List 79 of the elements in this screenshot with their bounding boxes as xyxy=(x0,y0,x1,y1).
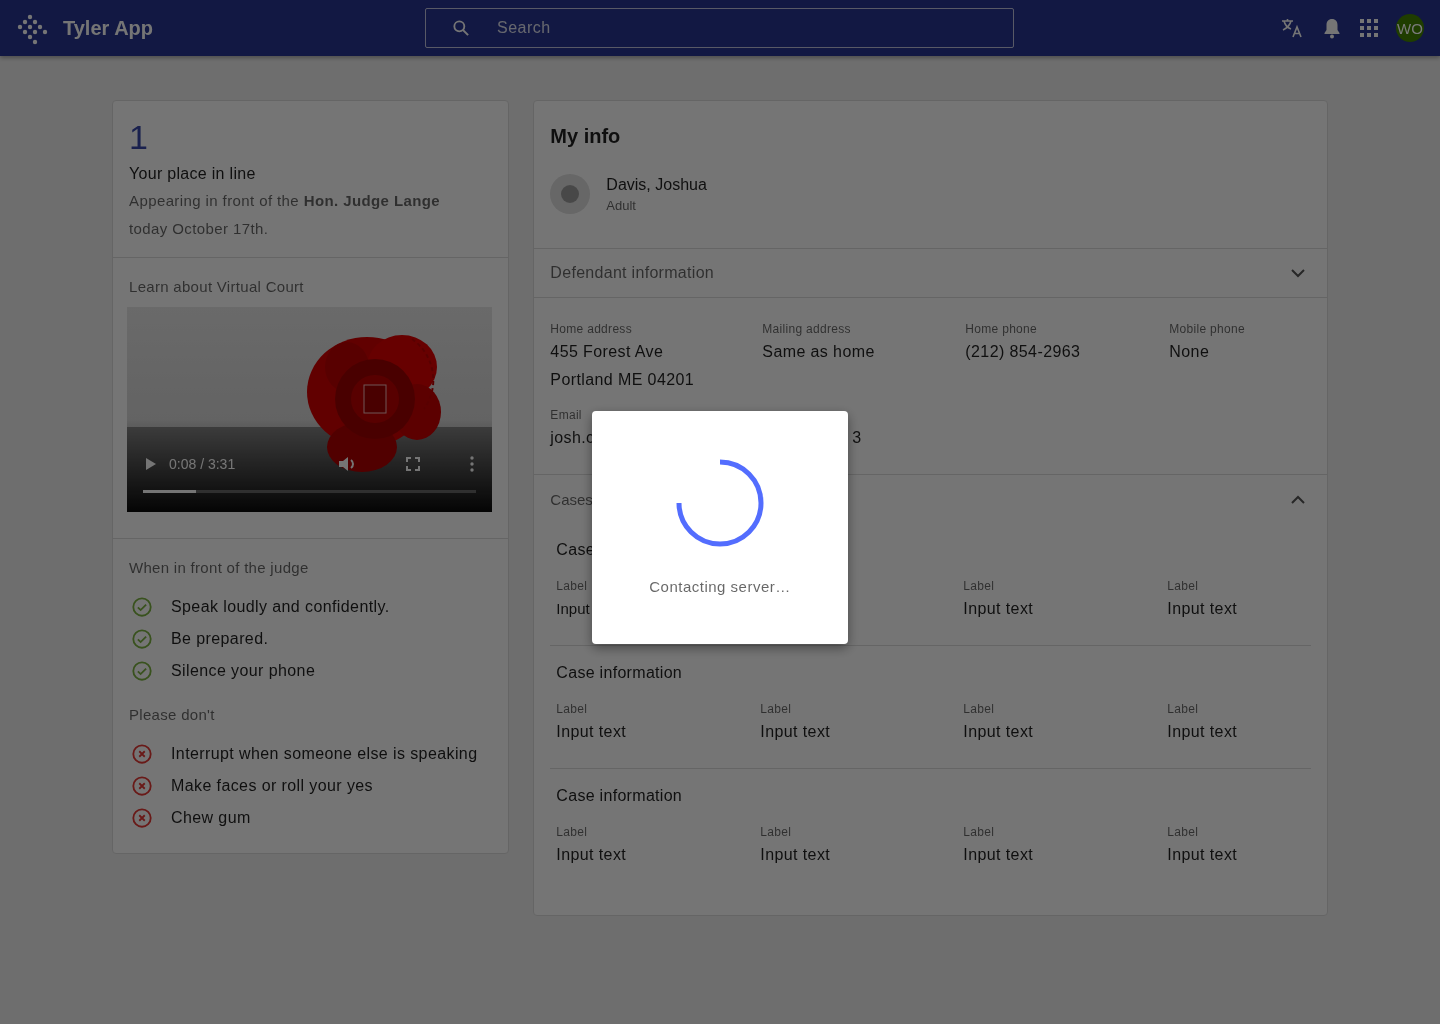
field-label: Label xyxy=(556,579,588,595)
case-title: Case information xyxy=(556,787,683,805)
section-title: Please don't xyxy=(129,706,216,723)
video-player[interactable]: 0:08 / 3:31 xyxy=(127,307,492,512)
search-icon xyxy=(451,18,471,38)
field-label: Home address xyxy=(550,322,632,338)
field-label: Label xyxy=(760,825,792,841)
field-value: Input text xyxy=(963,599,1034,619)
apps-grid-icon[interactable] xyxy=(1360,19,1378,37)
field-value: Portland ME 04201 xyxy=(550,370,695,390)
case-title: Case information xyxy=(556,664,683,682)
avatar-icon xyxy=(550,174,591,214)
field-value: 3 xyxy=(851,428,862,448)
field-value: Input text xyxy=(556,722,627,742)
queue-label: Your place in line xyxy=(129,165,257,183)
field-value: Input text xyxy=(963,845,1034,865)
field-value: Input text xyxy=(1167,722,1238,742)
field-value: josh.c xyxy=(550,428,595,448)
field-label: Label xyxy=(963,702,995,718)
field-label: Mailing address xyxy=(762,322,851,338)
bell-icon[interactable] xyxy=(1322,17,1342,39)
section-header[interactable]: Cases xyxy=(534,475,1327,523)
field-value: Input xyxy=(556,599,590,619)
x-circle-icon xyxy=(131,743,153,765)
field-label: Home phone xyxy=(965,322,1038,338)
guideline-text: Speak loudly and confidently. xyxy=(171,598,390,616)
section-title: Cases xyxy=(550,490,593,508)
user-avatar[interactable]: WO xyxy=(1396,14,1424,42)
section-title: Learn about Virtual Court xyxy=(129,278,305,295)
x-circle-icon xyxy=(131,807,153,829)
fullscreen-icon[interactable] xyxy=(406,457,420,471)
person-role: Adult xyxy=(606,197,637,213)
field-label: Mobile phone xyxy=(1169,322,1245,338)
field-value: Input text xyxy=(1167,599,1238,619)
guideline-text: Make faces or roll your yes xyxy=(171,777,373,795)
field-value: None xyxy=(1169,342,1210,362)
field-label: Email xyxy=(550,408,582,424)
field-label: Label xyxy=(556,825,588,841)
field-value: Input text xyxy=(556,845,627,865)
field-value: Input text xyxy=(1167,845,1238,865)
check-circle-icon xyxy=(131,596,153,618)
guideline-text: Be prepared. xyxy=(171,630,269,648)
field-label: Label xyxy=(760,702,792,718)
queue-position: 1 xyxy=(129,117,149,157)
check-circle-icon xyxy=(131,660,153,682)
guideline-text: Interrupt when someone else is speaking xyxy=(171,745,478,763)
more-options-icon[interactable] xyxy=(470,456,474,472)
play-icon[interactable] xyxy=(145,457,157,471)
translate-icon[interactable] xyxy=(1280,16,1304,40)
field-label: Label xyxy=(963,825,995,841)
section-title: Defendant information xyxy=(550,264,715,282)
field-label: Label xyxy=(556,702,588,718)
field-value: 455 Forest Ave xyxy=(550,342,664,362)
video-time: 0:08 / 3:31 xyxy=(169,456,236,472)
field-value: Input text xyxy=(963,722,1034,742)
field-value: Input text xyxy=(760,722,831,742)
field-label: Label xyxy=(1167,702,1199,718)
chevron-down-icon[interactable] xyxy=(1291,268,1305,278)
chevron-up-icon[interactable] xyxy=(1291,494,1305,504)
field-label: Label xyxy=(1167,579,1199,595)
field-value: Input text xyxy=(760,845,831,865)
card-title: My info xyxy=(549,124,622,148)
person-name: Davis, Joshua xyxy=(606,175,707,194)
guideline-text: Chew gum xyxy=(171,809,251,827)
field-label: Label xyxy=(1167,825,1199,841)
section-title: When in front of the judge xyxy=(129,559,310,576)
field-label: Label xyxy=(963,579,995,595)
volume-icon[interactable] xyxy=(338,456,356,472)
hearing-description: Appearing in front of the Hon. Judge Lange today October 17th. xyxy=(129,191,442,239)
search-field[interactable]: Search xyxy=(425,8,1014,48)
field-value: Same as home xyxy=(762,342,875,362)
section-header[interactable]: Defendant information xyxy=(534,249,1327,298)
loading-spinner-icon xyxy=(675,458,765,548)
x-circle-icon xyxy=(131,775,153,797)
app-name: Tyler App xyxy=(63,16,154,40)
guideline-text: Silence your phone xyxy=(171,662,316,680)
field-value: (212) 854-2963 xyxy=(965,342,1081,362)
loading-message: Contacting server… xyxy=(649,578,791,595)
check-circle-icon xyxy=(131,628,153,650)
